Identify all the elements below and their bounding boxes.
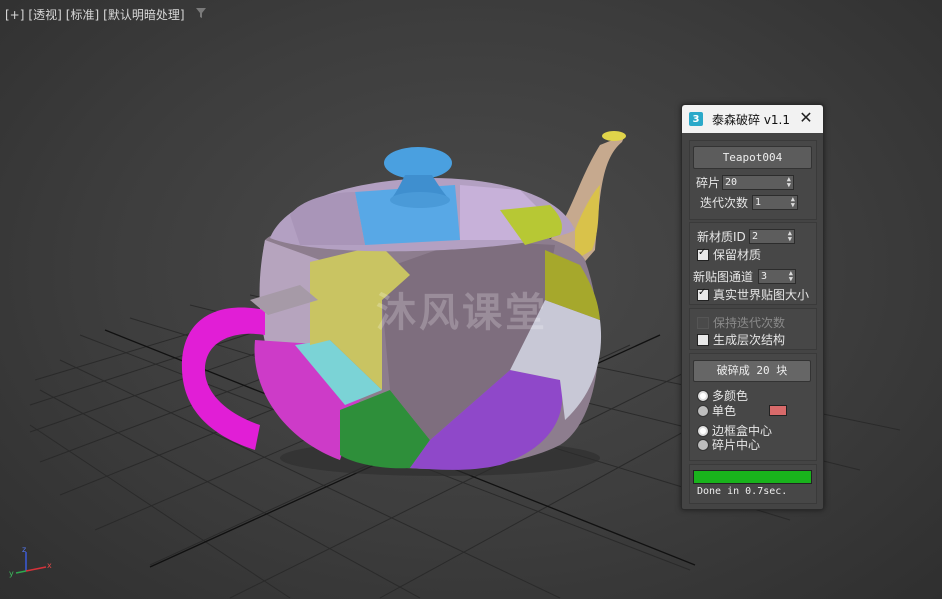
group-status: Done in 0.7sec.: [689, 464, 817, 504]
hierarchy-checkbox[interactable]: 生成层次结构: [697, 331, 785, 348]
axis-z-label: z: [22, 545, 26, 554]
fragments-value: 20: [725, 177, 738, 188]
hierarchy-label: 生成层次结构: [713, 333, 786, 347]
filter-icon[interactable]: [195, 7, 207, 22]
panel-title: 泰森破碎 v1.1: [712, 112, 791, 127]
axis-gizmo: z x y: [9, 545, 52, 578]
close-icon[interactable]: ✕: [797, 109, 815, 127]
single-color-swatch[interactable]: [769, 405, 788, 416]
checkbox-unchecked-icon[interactable]: [697, 333, 709, 346]
break-button[interactable]: 破碎成 20 块: [693, 360, 811, 382]
fragments-spinner[interactable]: 20 ▲ ▼: [722, 175, 794, 190]
map-channel-label: 新贴图通道: [693, 270, 754, 284]
single-color-label: 单色: [712, 404, 737, 418]
checkbox-disabled-icon[interactable]: [697, 316, 709, 329]
iterations-value: 1: [755, 197, 762, 208]
iterations-spinner[interactable]: 1 ▲ ▼: [752, 195, 798, 210]
group-material: 新材质ID 2 ▲▼ 保留材质 新贴图通道 3 ▲▼ 真实世界贴图大小: [689, 222, 817, 305]
radio-unselected-icon[interactable]: [697, 404, 709, 417]
spinner-arrows-icon[interactable]: ▲ ▼: [787, 176, 791, 189]
spinner-arrows-icon[interactable]: ▲ ▼: [788, 230, 792, 243]
panel-titlebar[interactable]: 3 泰森破碎 v1.1 ✕: [682, 105, 823, 133]
viewport-menu-shading[interactable]: [默认明暗处理]: [103, 6, 184, 23]
fragments-label: 碎片: [696, 176, 721, 190]
viewport-menu-perspective[interactable]: [透视]: [28, 6, 61, 23]
object-pick-button[interactable]: Teapot004: [693, 146, 812, 169]
app-icon: 3: [689, 112, 703, 126]
material-id-label: 新材质ID: [697, 230, 746, 244]
viewport-menu-plus[interactable]: [+]: [5, 8, 24, 22]
radio-unselected-icon[interactable]: [697, 438, 709, 451]
viewport-labels: [+] [透视] [标准] [默认明暗处理]: [5, 6, 207, 23]
viewport-menu-standard[interactable]: [标准]: [66, 6, 99, 23]
voronoi-fracture-panel: 3 泰森破碎 v1.1 ✕ Teapot004 碎片 20 ▲ ▼ 迭代次数 1 …: [681, 104, 824, 510]
keep-iterations-checkbox[interactable]: 保持迭代次数: [697, 314, 785, 331]
keep-material-checkbox[interactable]: 保留材质: [697, 246, 761, 263]
axis-y-label: y: [9, 569, 14, 578]
real-world-label: 真实世界贴图大小: [713, 288, 810, 302]
progress-bar: [693, 470, 812, 484]
material-id-spinner[interactable]: 2 ▲ ▼: [749, 229, 795, 244]
map-channel-value: 3: [761, 271, 768, 282]
radio-selected-icon[interactable]: [697, 424, 709, 437]
single-color-radio[interactable]: 单色: [697, 402, 788, 419]
group-hierarchy: 保持迭代次数 生成层次结构: [689, 308, 817, 350]
checkbox-checked-icon[interactable]: [697, 247, 709, 261]
keep-material-label: 保留材质: [713, 248, 762, 262]
radio-selected-icon[interactable]: [697, 389, 709, 402]
axis-x-label: x: [47, 561, 52, 570]
group-object: Teapot004 碎片 20 ▲ ▼ 迭代次数 1 ▲ ▼: [689, 140, 817, 220]
map-channel-spinner[interactable]: 3 ▲ ▼: [758, 269, 796, 284]
material-id-value: 2: [752, 231, 759, 242]
progress-fill: [694, 471, 811, 483]
real-world-checkbox[interactable]: 真实世界贴图大小: [697, 286, 809, 303]
keep-iterations-label: 保持迭代次数: [713, 316, 786, 330]
spinner-arrows-icon[interactable]: ▲ ▼: [789, 270, 793, 283]
spinner-arrows-icon[interactable]: ▲ ▼: [791, 196, 795, 209]
watermark: 沐风课堂: [376, 290, 548, 336]
fragment-center-radio[interactable]: 碎片中心: [697, 436, 760, 453]
iterations-label: 迭代次数: [700, 196, 749, 210]
checkbox-checked-icon[interactable]: [697, 287, 709, 301]
fragment-center-label: 碎片中心: [712, 438, 761, 452]
group-break: 破碎成 20 块 多颜色 单色 边框盒中心 碎片中心: [689, 353, 817, 461]
status-text: Done in 0.7sec.: [697, 486, 788, 497]
